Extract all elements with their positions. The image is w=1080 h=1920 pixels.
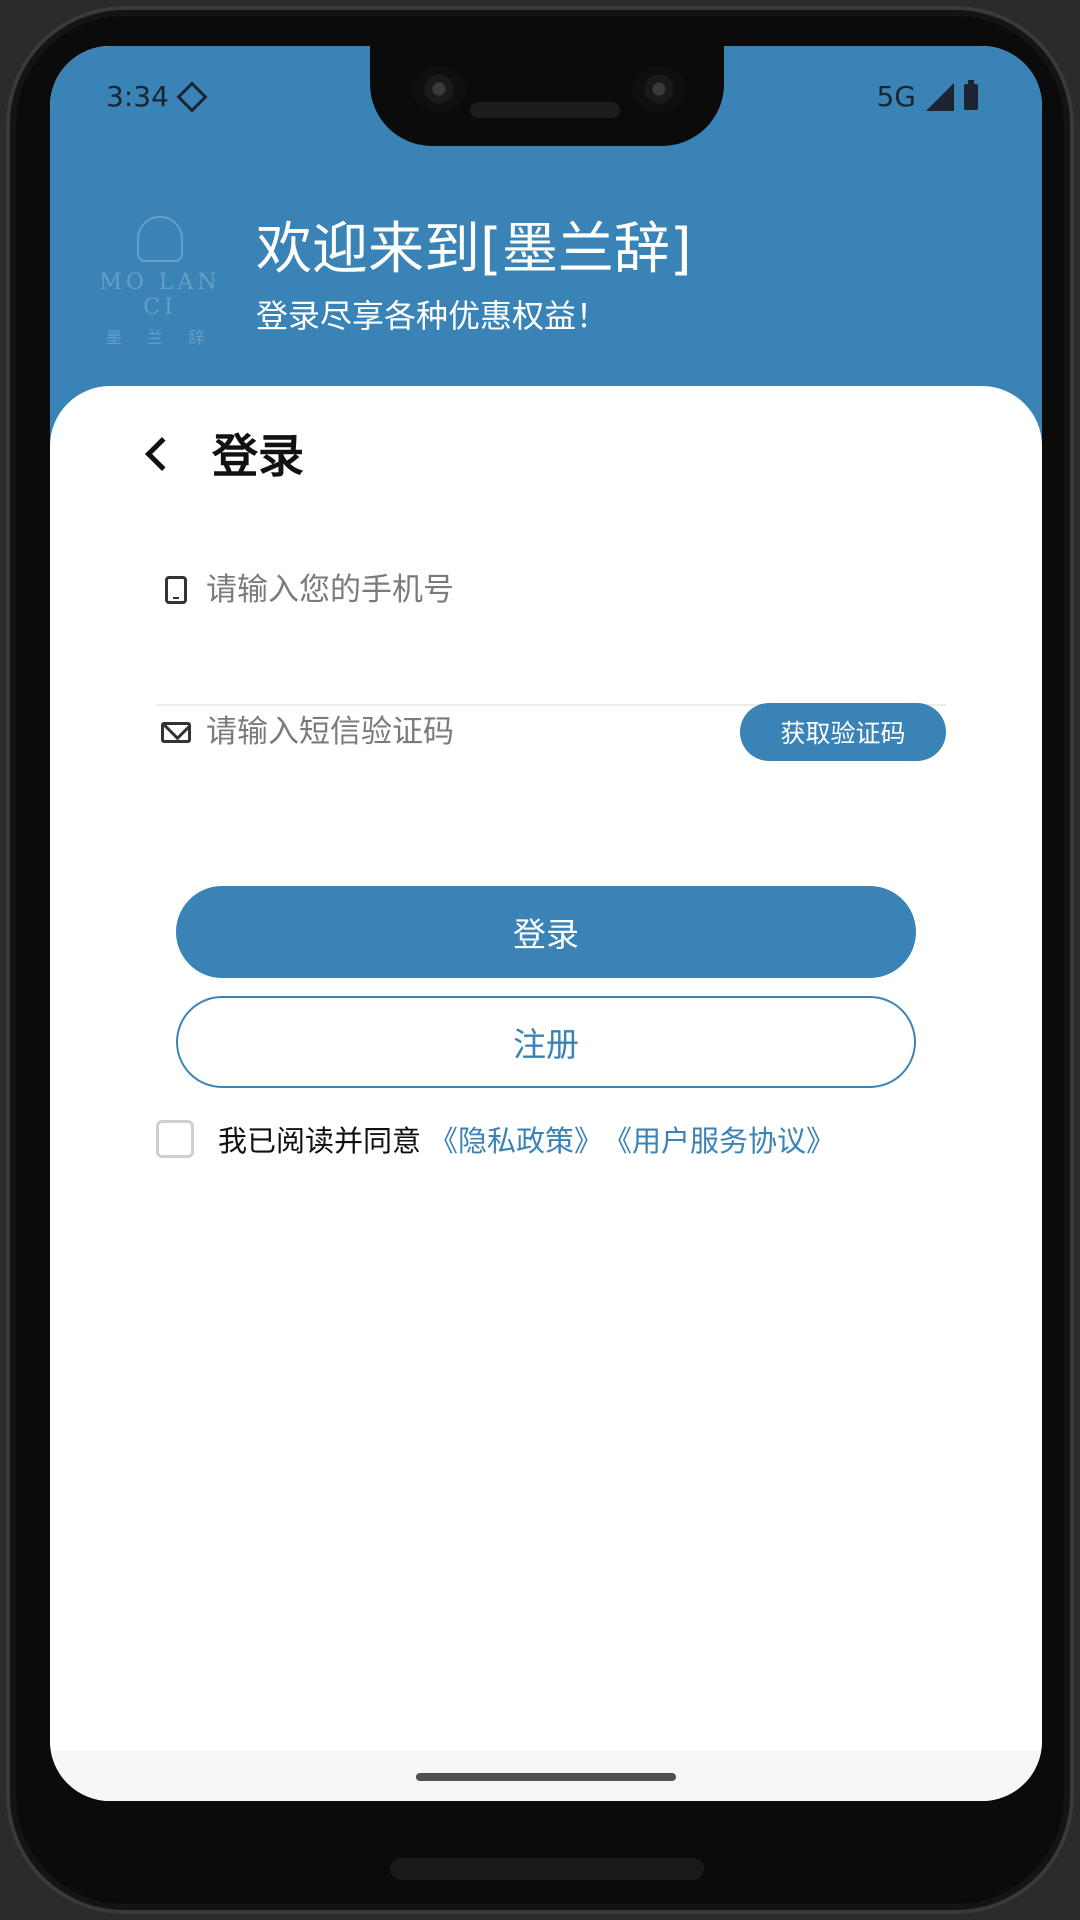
logo-mark-icon [137, 216, 183, 262]
agree-checkbox[interactable] [156, 1120, 194, 1158]
get-code-button[interactable]: 获取验证码 [740, 703, 946, 761]
phone-field-row [156, 550, 946, 630]
welcome-subtitle: 登录尽享各种优惠权益！ [256, 297, 609, 335]
mail-icon [156, 712, 196, 752]
diamond-icon [176, 80, 208, 113]
agreement-row: 我已阅读并同意 《隐私政策》 《用户服务协议》 [156, 1114, 835, 1164]
bottom-speaker [390, 1858, 704, 1880]
phone-icon [156, 570, 196, 610]
screen: 3:34 5G MO LAN CI 墨 兰 辞 欢迎来到[墨兰辞] 登录尽享各种… [50, 46, 1042, 1801]
signal-icon [926, 82, 954, 111]
agree-text: 我已阅读并同意 [218, 1124, 422, 1158]
status-indicators: 5G [876, 79, 978, 113]
back-icon [145, 437, 179, 471]
login-card: 登录 获取验证码 登录 注册 我已阅读并同意 《隐私政策》 《用户服务协议》 [50, 386, 1042, 1801]
register-button[interactable]: 注册 [176, 996, 916, 1088]
phone-frame: 3:34 5G MO LAN CI 墨 兰 辞 欢迎来到[墨兰辞] 登录尽享各种… [6, 6, 1074, 1914]
gesture-nav-area [50, 1751, 1042, 1801]
logo-text: MO LAN CI [99, 270, 221, 320]
service-agreement-link[interactable]: 《用户服务协议》 [603, 1118, 835, 1160]
login-button[interactable]: 登录 [176, 886, 916, 978]
brand-logo: MO LAN CI 墨 兰 辞 [90, 216, 230, 348]
status-time-text: 3:34 [106, 80, 169, 113]
sms-field-row: 获取验证码 [156, 692, 946, 772]
home-indicator[interactable] [416, 1773, 676, 1781]
logo-subtext: 墨 兰 辞 [105, 328, 215, 347]
privacy-policy-link[interactable]: 《隐私政策》 [429, 1118, 603, 1160]
sms-code-input[interactable] [206, 714, 740, 750]
welcome-title: 欢迎来到[墨兰辞] [256, 217, 692, 282]
network-label: 5G [876, 80, 916, 113]
earpiece-speaker [470, 102, 620, 118]
page-title: 登录 [212, 429, 304, 483]
phone-input[interactable] [206, 572, 946, 608]
status-time: 3:34 [106, 80, 208, 113]
back-button[interactable] [128, 424, 188, 484]
battery-icon [964, 79, 978, 110]
camera-notch [370, 46, 724, 146]
